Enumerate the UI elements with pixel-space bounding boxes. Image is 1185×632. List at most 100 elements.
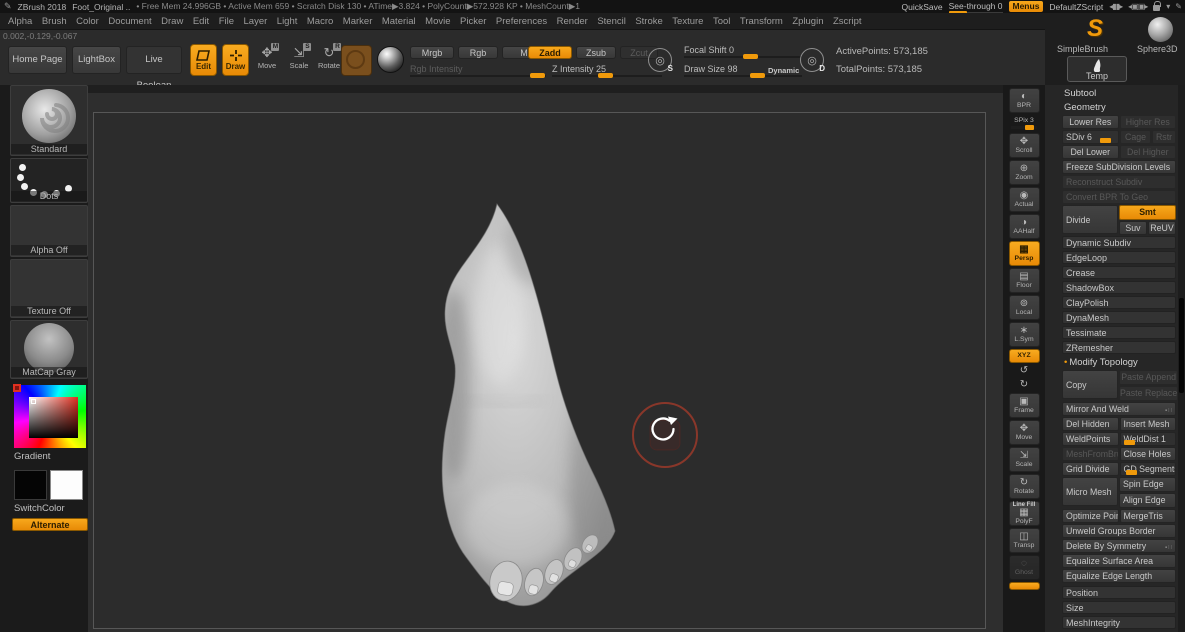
section-header-shadowbox[interactable]: ShadowBox bbox=[1062, 281, 1176, 294]
simplebrush-thumbnail[interactable]: S bbox=[1080, 16, 1110, 42]
divide-button[interactable]: Divide bbox=[1062, 205, 1118, 234]
reuv-button[interactable]: ReUV bbox=[1148, 221, 1176, 235]
copy-doc-icon[interactable]: ◂▣▣▸ bbox=[1128, 2, 1147, 11]
minimize-icon[interactable]: ▾ bbox=[1166, 2, 1169, 11]
main-color-swatch[interactable] bbox=[14, 470, 47, 500]
dynamic-label[interactable]: Dynamic bbox=[768, 66, 799, 75]
menu-item-stencil[interactable]: Stencil bbox=[597, 16, 626, 27]
higher-res-button[interactable]: Higher Res bbox=[1120, 115, 1177, 129]
weldpoints-button[interactable]: WeldPoints bbox=[1062, 432, 1119, 446]
gyro-scale-button[interactable]: ⇲S Scale bbox=[286, 45, 312, 75]
reconstruct-subdiv-button[interactable]: Reconstruct Subdiv bbox=[1062, 175, 1176, 189]
menu-item-marker[interactable]: Marker bbox=[343, 16, 373, 27]
color-picker[interactable] bbox=[14, 385, 86, 448]
temp-tool-thumbnail[interactable]: Temp bbox=[1067, 56, 1127, 82]
switchcolor-label[interactable]: SwitchColor bbox=[14, 503, 65, 514]
menu-item-layer[interactable]: Layer bbox=[244, 16, 268, 27]
spin-edge-button[interactable]: Spin Edge bbox=[1119, 477, 1176, 492]
menu-item-zplugin[interactable]: Zplugin bbox=[792, 16, 823, 27]
welddist-slider[interactable]: WeldDist 1 bbox=[1120, 432, 1177, 446]
smt-button[interactable]: Smt bbox=[1119, 205, 1176, 220]
mrgb-button[interactable]: Mrgb bbox=[410, 46, 454, 59]
live-boolean-button[interactable]: Live Boolean bbox=[126, 46, 182, 74]
del-lower-button[interactable]: Del Lower bbox=[1062, 145, 1119, 159]
shelf-btn-scroll[interactable]: ✥ Scroll bbox=[1009, 133, 1040, 158]
menu-item-preferences[interactable]: Preferences bbox=[496, 16, 547, 27]
del-hidden-button[interactable]: Del Hidden bbox=[1062, 417, 1119, 431]
menu-item-picker[interactable]: Picker bbox=[460, 16, 486, 27]
panel-scrollbar-thumb[interactable] bbox=[1179, 298, 1184, 393]
see-through-slider[interactable]: See-through 0 bbox=[949, 1, 1003, 12]
color-picker-inner[interactable] bbox=[29, 397, 78, 438]
optimize-points-button[interactable]: Optimize Points bbox=[1062, 509, 1119, 523]
zadd-button[interactable]: Zadd bbox=[528, 46, 572, 59]
z-intensity-slider[interactable]: Z Intensity 25 bbox=[552, 64, 662, 77]
panel-scrollbar[interactable] bbox=[1178, 85, 1185, 632]
replay-controls-icon[interactable]: ◂▮▮▸ bbox=[1109, 2, 1122, 11]
suv-button[interactable]: Suv bbox=[1119, 221, 1147, 235]
freeze-subdivision-button[interactable]: Freeze SubDivision Levels bbox=[1062, 160, 1176, 174]
shelf-btn-bpr[interactable]: ◐ BPR bbox=[1009, 88, 1040, 113]
gd-segments-slider[interactable]: GD Segments 3 bbox=[1120, 462, 1177, 476]
shelf-btn-solo[interactable] bbox=[1009, 582, 1040, 590]
draw-size-dynamic-icon[interactable]: ◎D bbox=[800, 48, 824, 72]
shelf-btn-actual[interactable]: ◉ Actual bbox=[1009, 187, 1040, 212]
meshintegrity-section-header[interactable]: MeshIntegrity bbox=[1062, 616, 1176, 629]
focal-shift-slider[interactable]: Focal Shift 0 bbox=[684, 45, 802, 58]
cage-button[interactable]: Cage bbox=[1120, 130, 1151, 144]
gyro-rotate-button[interactable]: ↻R Rotate bbox=[316, 45, 342, 75]
close-holes-button[interactable]: Close Holes bbox=[1120, 447, 1177, 461]
menu-item-tool[interactable]: Tool bbox=[713, 16, 730, 27]
lightbox-button[interactable]: LightBox bbox=[72, 46, 121, 74]
shelf-btn-rotate[interactable]: ↻ Rotate bbox=[1009, 474, 1040, 499]
delete-by-symmetry-button[interactable]: Delete By Symmetry▪∷ bbox=[1062, 539, 1176, 553]
alternate-button[interactable]: Alternate bbox=[12, 518, 88, 531]
grid-divide-button[interactable]: Grid Divide bbox=[1062, 462, 1119, 476]
current-color-swatch[interactable] bbox=[341, 45, 372, 76]
rstr-button[interactable]: Rstr bbox=[1152, 130, 1176, 144]
shelf-btn-zoom[interactable]: ⊕ Zoom bbox=[1009, 160, 1040, 185]
shelf-btn-local[interactable]: ⊚ Local bbox=[1009, 295, 1040, 320]
copy-button[interactable]: Copy bbox=[1062, 370, 1118, 399]
meshfrombrush-button[interactable]: MeshFromBrush bbox=[1062, 447, 1119, 461]
paste-append-button[interactable]: Paste Append bbox=[1119, 370, 1178, 385]
spix-slider-track[interactable] bbox=[1011, 126, 1037, 129]
shelf-btn-spix[interactable]: SPix 3 bbox=[1009, 115, 1040, 131]
shelf-btn-xyz[interactable]: XYZ bbox=[1009, 349, 1040, 363]
viewport[interactable] bbox=[88, 85, 1003, 632]
sdiv-slider[interactable]: SDiv 6 bbox=[1062, 130, 1119, 144]
menu-item-file[interactable]: File bbox=[219, 16, 234, 27]
shelf-btn-persp[interactable]: ▦ Persp bbox=[1009, 241, 1040, 266]
menus-toggle-button[interactable]: Menus bbox=[1009, 1, 1044, 12]
stroke-thumbnail-dots[interactable]: Dots bbox=[10, 158, 88, 203]
position-section-header[interactable]: Position bbox=[1062, 586, 1176, 599]
menu-item-material[interactable]: Material bbox=[382, 16, 416, 27]
material-thumbnail-matcap[interactable]: MatCap Gray bbox=[10, 320, 88, 379]
align-edge-button[interactable]: Align Edge bbox=[1119, 493, 1176, 508]
size-section-header[interactable]: Size bbox=[1062, 601, 1176, 614]
shelf-btn-aahalf[interactable]: ◑ AAHalf bbox=[1009, 214, 1040, 239]
equalize-surface-area-button[interactable]: Equalize Surface Area bbox=[1062, 554, 1176, 568]
menu-item-draw[interactable]: Draw bbox=[161, 16, 183, 27]
section-header-dynamic-subdiv[interactable]: Dynamic Subdiv bbox=[1062, 236, 1176, 249]
sphere3d-thumbnail[interactable] bbox=[1148, 17, 1173, 42]
section-header-dynamesh[interactable]: DynaMesh bbox=[1062, 311, 1176, 324]
rgb-button[interactable]: Rgb bbox=[458, 46, 498, 59]
shelf-btn-lsym[interactable]: ∗ L.Sym bbox=[1009, 322, 1040, 347]
del-higher-button[interactable]: Del Higher bbox=[1120, 145, 1177, 159]
menu-item-macro[interactable]: Macro bbox=[307, 16, 333, 27]
unweld-groups-border-button[interactable]: Unweld Groups Border bbox=[1062, 524, 1176, 538]
quicksave-button[interactable]: QuickSave bbox=[902, 2, 943, 12]
geometry-section-header[interactable]: Geometry bbox=[1062, 101, 1178, 115]
home-page-button[interactable]: Home Page bbox=[8, 46, 67, 74]
document-canvas[interactable] bbox=[88, 85, 1003, 632]
menu-item-edit[interactable]: Edit bbox=[193, 16, 209, 27]
insert-mesh-button[interactable]: Insert Mesh bbox=[1120, 417, 1177, 431]
shelf-btn-polyf[interactable]: Line Fill ▦ PolyF bbox=[1009, 501, 1040, 526]
menu-item-transform[interactable]: Transform bbox=[740, 16, 783, 27]
brush-corner-icon[interactable]: ✎ bbox=[1175, 2, 1181, 11]
menu-item-texture[interactable]: Texture bbox=[672, 16, 703, 27]
brush-thumbnail-standard[interactable]: Standard bbox=[10, 85, 88, 156]
menu-item-color[interactable]: Color bbox=[76, 16, 99, 27]
shelf-btn-floor[interactable]: ▤ Floor bbox=[1009, 268, 1040, 293]
